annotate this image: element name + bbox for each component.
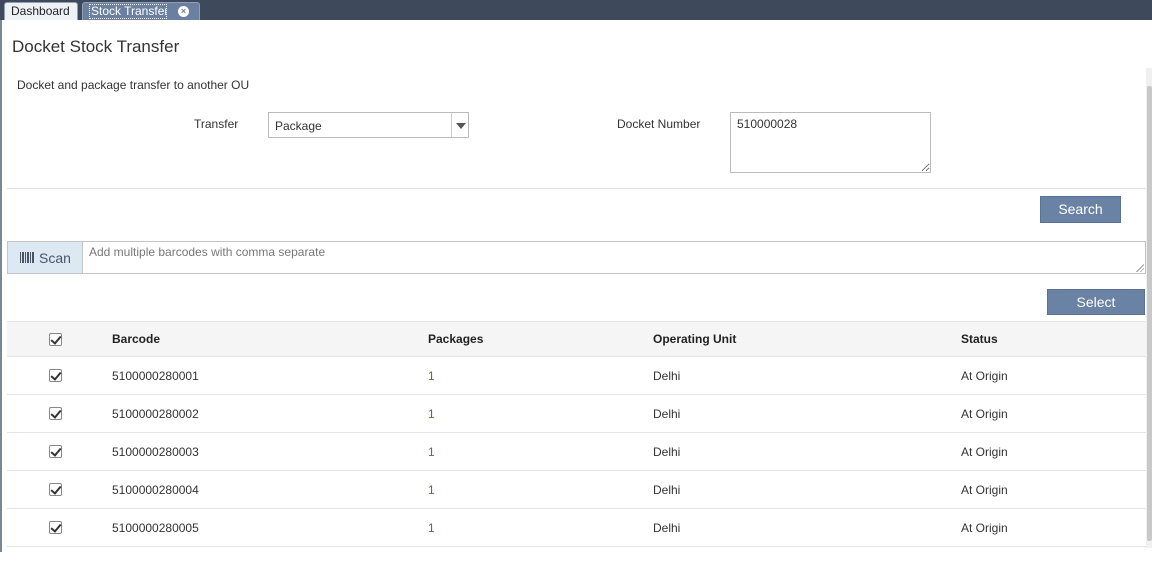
row-checkbox[interactable] [49, 483, 62, 496]
header-operating-unit[interactable]: Operating Unit [653, 322, 736, 356]
barcode-cell: 5100000280002 [112, 406, 199, 421]
row-checkbox[interactable] [49, 369, 62, 382]
packages-cell: 1 [428, 482, 435, 497]
packages-cell: 1 [428, 368, 435, 383]
scan-bar: Scan [7, 241, 1146, 274]
table-row[interactable]: 5100000280002 1 Delhi At Origin [7, 395, 1146, 433]
barcode-icon [20, 252, 35, 263]
barcode-input[interactable] [84, 242, 1145, 273]
scan-button-label: Scan [39, 250, 71, 266]
docket-number-label: Docket Number [617, 117, 701, 131]
row-checkbox[interactable] [49, 407, 62, 420]
operating-unit-cell: Delhi [653, 520, 681, 535]
scan-button[interactable]: Scan [8, 242, 83, 273]
packages-table: Barcode Packages Operating Unit Status 5… [7, 321, 1146, 547]
close-icon[interactable]: × [178, 6, 189, 17]
content-frame-border [0, 20, 2, 552]
header-packages[interactable]: Packages [428, 322, 483, 356]
header-barcode[interactable]: Barcode [112, 322, 160, 356]
header-status[interactable]: Status [961, 322, 998, 356]
transfer-select[interactable]: Package [268, 112, 469, 138]
operating-unit-cell: Delhi [653, 482, 681, 497]
tab-dashboard[interactable]: Dashboard [4, 2, 78, 20]
tab-dashboard-label: Dashboard [11, 4, 70, 18]
table-row[interactable]: 5100000280003 1 Delhi At Origin [7, 433, 1146, 471]
row-checkbox-cell [49, 433, 62, 470]
table-row[interactable]: 5100000280005 1 Delhi At Origin [7, 509, 1146, 547]
resize-grip-icon[interactable] [1136, 264, 1144, 272]
page-subtitle: Docket and package transfer to another O… [17, 78, 250, 92]
row-checkbox-cell [49, 471, 62, 508]
operating-unit-cell: Delhi [653, 444, 681, 459]
status-cell: At Origin [961, 444, 1008, 459]
packages-cell: 1 [428, 444, 435, 459]
table-row[interactable]: 5100000280004 1 Delhi At Origin [7, 471, 1146, 509]
tab-stock-transfer[interactable]: Stock Transfer × [82, 2, 200, 20]
row-checkbox-cell [49, 395, 62, 432]
status-cell: At Origin [961, 482, 1008, 497]
barcode-cell: 5100000280004 [112, 482, 199, 497]
row-checkbox[interactable] [49, 445, 62, 458]
select-button[interactable]: Select [1047, 289, 1145, 315]
status-cell: At Origin [961, 368, 1008, 383]
packages-cell: 1 [428, 520, 435, 535]
docket-number-input[interactable]: 510000028 [730, 112, 931, 173]
search-button[interactable]: Search [1040, 196, 1121, 223]
status-cell: At Origin [961, 520, 1008, 535]
scrollbar-thumb[interactable] [1147, 86, 1152, 541]
status-cell: At Origin [961, 406, 1008, 421]
tab-bar: Dashboard Stock Transfer × [0, 0, 1152, 20]
select-all-checkbox[interactable] [49, 332, 62, 346]
barcode-cell: 5100000280001 [112, 368, 199, 383]
row-checkbox-cell [49, 357, 62, 394]
section-divider [7, 188, 1146, 189]
transfer-select-value: Package [275, 119, 322, 133]
operating-unit-cell: Delhi [653, 368, 681, 383]
tab-stock-transfer-label: Stock Transfer [89, 4, 167, 19]
table-row[interactable]: 5100000280001 1 Delhi At Origin [7, 357, 1146, 395]
operating-unit-cell: Delhi [653, 406, 681, 421]
packages-cell: 1 [428, 406, 435, 421]
page-title: Docket Stock Transfer [12, 37, 180, 56]
select-all-cell [49, 322, 62, 356]
row-checkbox[interactable] [49, 521, 62, 534]
caret-down-icon[interactable] [451, 113, 468, 137]
transfer-label: Transfer [194, 117, 239, 131]
barcode-cell: 5100000280003 [112, 444, 199, 459]
row-checkbox-cell [49, 509, 62, 546]
table-header: Barcode Packages Operating Unit Status [7, 321, 1146, 357]
barcode-cell: 5100000280005 [112, 520, 199, 535]
